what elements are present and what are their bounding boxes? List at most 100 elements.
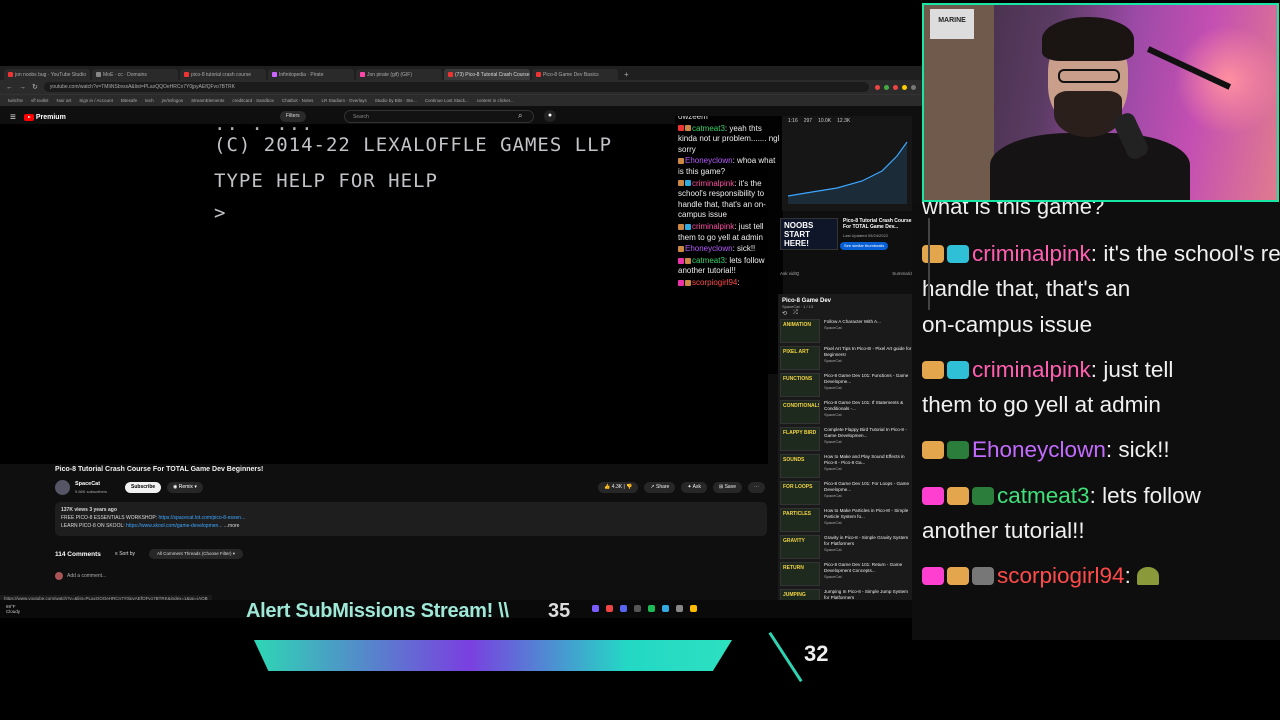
app-icon[interactable] xyxy=(592,605,599,612)
sub-badge-icon xyxy=(922,360,944,379)
sort-by-button[interactable]: ≡ Sort by xyxy=(115,551,135,557)
extension-icon[interactable] xyxy=(875,84,880,90)
sub-badge-icon xyxy=(922,441,944,460)
playlist-item[interactable]: FOR LOOPS Pico-8 Game Dev 101: For Loops … xyxy=(778,480,914,507)
bookmark[interactable]: Studio by Bits · Ste... xyxy=(375,98,417,103)
playlist-thumbnail: PARTICLES xyxy=(780,508,820,532)
description-box[interactable]: 137K views 3 years ago FREE PICO-8 ESSEN… xyxy=(55,502,767,536)
channel-name[interactable]: SpaceCat xyxy=(75,481,100,487)
playlist-item[interactable]: ANIMATION Follow A Character With A... Spa… xyxy=(778,318,914,345)
chat-message: catmeat3: lets follow xyxy=(912,478,1280,513)
save-button[interactable]: ⊞ Save xyxy=(713,482,742,493)
app-icon[interactable] xyxy=(690,605,697,612)
extension-icon[interactable] xyxy=(893,84,898,90)
back-icon[interactable]: ← xyxy=(6,84,13,91)
comment-filter-dropdown[interactable]: All Comment Threads (Choose Filter) ▾ xyxy=(149,549,244,559)
browser-tab[interactable]: Jon pirate (gif) (GIF) xyxy=(356,69,442,80)
playlist-item-channel: SpaceCat xyxy=(824,465,842,471)
playlist-item-text: Pico-8 Game Dev 101: Return - Game Devel… xyxy=(824,562,912,587)
playlist-item[interactable]: SOUNDS How to Make and Play Sound Effects… xyxy=(778,453,914,480)
browser-tab[interactable]: pico-8 tutorial crash course xyxy=(180,69,266,80)
loop-icon[interactable]: ⟲ xyxy=(782,310,787,317)
sub-badge-icon xyxy=(947,567,969,586)
bookmark[interactable]: tech xyxy=(145,98,154,103)
similar-thumbnails-button[interactable]: See similar thumbnails xyxy=(840,242,889,250)
bookmark[interactable]: LR Stadium · Overlays xyxy=(321,98,366,103)
forward-icon[interactable]: → xyxy=(19,84,26,91)
app-icon[interactable] xyxy=(606,605,613,612)
playlist-items: ANIMATION Follow A Character With A... Spa… xyxy=(778,318,914,604)
share-button[interactable]: ↗ Share xyxy=(644,482,676,493)
goal-divider xyxy=(768,631,803,683)
browser-tab[interactable]: MoE · cc · Domains xyxy=(92,69,178,80)
frog-badge-icon xyxy=(947,441,969,460)
bookmark[interactable]: content in clicker... xyxy=(477,98,514,103)
thumbs-down-icon[interactable]: 👎 xyxy=(626,484,632,490)
subscribe-button[interactable]: Subscribe xyxy=(125,482,162,493)
search-input[interactable]: Search xyxy=(344,110,534,123)
bookmark[interactable]: Chatbot · Notes xyxy=(282,98,314,103)
alert-count: 35 xyxy=(548,600,571,622)
reload-icon[interactable]: ↻ xyxy=(32,83,38,91)
browser-tab[interactable]: jon noobs bug · YouTube Studio xyxy=(4,69,90,80)
channel-row: SpaceCat 9.66K subscribers Subscribe ◉ R… xyxy=(55,480,765,496)
bookmark[interactable]: Sign in / Account xyxy=(79,98,113,103)
discord-icon[interactable] xyxy=(620,605,627,612)
app-icon[interactable] xyxy=(662,605,669,612)
browser-tab[interactable]: Pico-8 Game Dev Basics xyxy=(532,69,618,80)
bookmark[interactable]: StreamElements xyxy=(191,98,224,103)
bookmark[interactable]: Bitesafe xyxy=(121,98,137,103)
like-button[interactable]: 👍 4.3K | 👎 xyxy=(598,482,639,493)
video-player[interactable]: ·· · ··· (C) 2014-22 LEXALOFFLE GAMES LL… xyxy=(0,124,768,464)
shuffle-icon[interactable]: ⤮ xyxy=(793,310,798,317)
add-comment-input[interactable]: Add a comment... xyxy=(55,572,106,580)
browser-tab[interactable]: Infinitopedia · Pirate xyxy=(268,69,354,80)
more-options-icon[interactable]: ⋯ xyxy=(748,482,765,493)
ask-button[interactable]: ✦ Ask xyxy=(681,482,707,493)
playlist-item[interactable]: GRAVITY Gravity in Pico-8 - Simple Gravit… xyxy=(778,534,914,561)
youtube-logo[interactable]: Premium xyxy=(23,113,66,121)
frog-badge-icon xyxy=(972,486,994,505)
app-icon[interactable] xyxy=(634,605,641,612)
playlist-item[interactable]: FUNCTIONS Pico-8 Game Dev 101: Functions … xyxy=(778,372,914,399)
chat-message: catmeat3: yeah thts kinda not ur problem… xyxy=(678,123,780,154)
extension-icon[interactable] xyxy=(911,84,916,90)
url-field[interactable]: youtube.com/watch?v=TMIiNSbvsxA&list=PLa… xyxy=(43,82,869,92)
bookmark[interactable]: Continue Lost Stack... xyxy=(425,98,469,103)
new-tab-button[interactable]: + xyxy=(620,69,633,80)
thumbs-up-icon: 👍 xyxy=(604,484,612,490)
bookmark[interactable]: jm/tv/logos xyxy=(162,98,184,103)
bookmark[interactable]: creditcard · Sandbox xyxy=(232,98,274,103)
microphone-icon[interactable]: ● xyxy=(544,110,556,122)
app-icon[interactable] xyxy=(676,605,683,612)
playlist-item[interactable]: CONDITIONALS Pico-8 Game Dev 101: If Stat… xyxy=(778,399,914,426)
bookmark[interactable]: Noir art xyxy=(57,98,72,103)
thumbnail[interactable]: NOOBS START HERE! xyxy=(780,218,838,250)
ask-vidiq-input[interactable]: Ask vidIQ xyxy=(780,271,799,280)
playlist-item-channel: SpaceCat xyxy=(824,438,842,444)
playlist-item[interactable]: RETURN Pico-8 Game Dev 101: Return - Game… xyxy=(778,561,914,588)
sub-badge-icon xyxy=(685,125,691,132)
description-link[interactable]: https://spacecat.lot.com/pico-8-essen... xyxy=(159,515,246,521)
browser-tab-active[interactable]: (73) Pico-8 Tutorial Crash Course xyxy=(444,69,530,80)
description-link[interactable]: https://www.skool.com/game-developmen... xyxy=(126,523,222,529)
bookmark[interactable]: twitchtv xyxy=(8,98,23,103)
bookmark[interactable]: vfl toolkit xyxy=(31,98,49,103)
playlist-item-title: How to Make and Play Sound Effects in Pi… xyxy=(824,454,905,465)
channel-avatar[interactable] xyxy=(55,480,70,495)
show-more-link[interactable]: ...more xyxy=(224,523,240,529)
filters-button[interactable]: Filters xyxy=(280,111,306,122)
playlist-item[interactable]: FLAPPY BIRD Complete Flappy Bird Tutorial… xyxy=(778,426,914,453)
playlist-item[interactable]: PARTICLES How to Make Particles in Pico-8… xyxy=(778,507,914,534)
spotify-icon[interactable] xyxy=(648,605,655,612)
search-icon[interactable]: ⌕ xyxy=(518,111,522,121)
extension-icon[interactable] xyxy=(902,84,907,90)
playlist-item[interactable]: PIXEL ART Pixel Art Tips In Pico-8! - Pix… xyxy=(778,345,914,372)
extension-icon[interactable] xyxy=(884,84,889,90)
playlist-item-title: Gravity in Pico-8 - Simple Gravity Syste… xyxy=(824,535,909,546)
weather-widget[interactable]: 69°F Cloudy xyxy=(6,604,20,614)
hamburger-menu-icon[interactable]: ≡ xyxy=(10,112,16,123)
chat-cut-line: owzeem xyxy=(678,116,708,121)
playlist-item-title: Pico-8 Game Dev 101: If Statements & Con… xyxy=(824,400,904,411)
remix-button[interactable]: ◉ Remix ▾ xyxy=(167,482,203,493)
